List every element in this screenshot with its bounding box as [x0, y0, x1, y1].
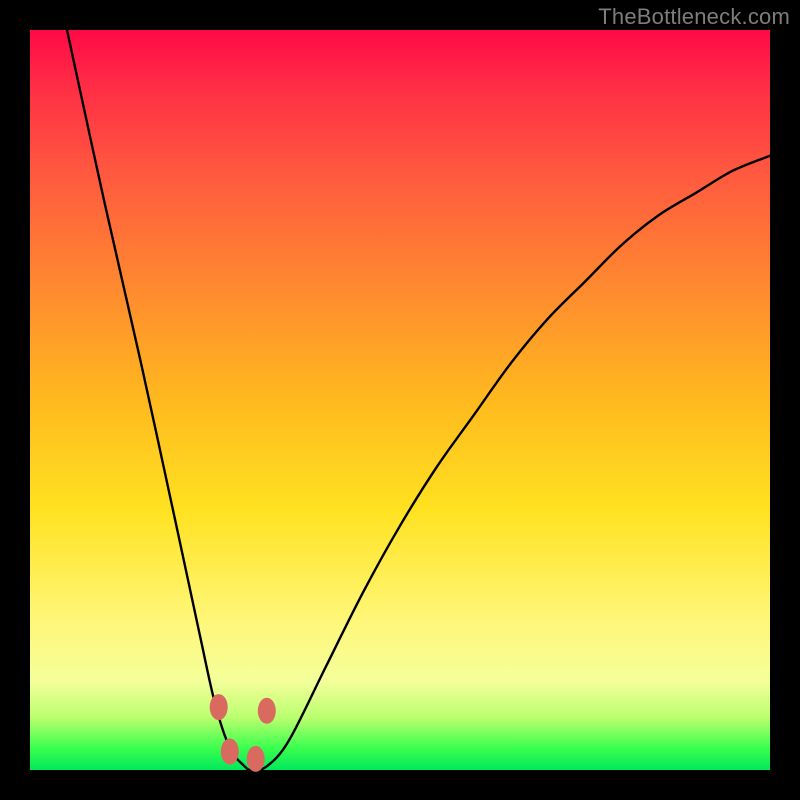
bottleneck-curve [67, 30, 770, 770]
curve-marker [258, 698, 276, 724]
curve-marker [210, 694, 228, 720]
chart-frame: TheBottleneck.com [0, 0, 800, 800]
curve-layer [30, 30, 770, 770]
curve-marker [221, 739, 239, 765]
curve-marker [247, 746, 265, 772]
curve-markers [210, 694, 276, 772]
plot-area [30, 30, 770, 770]
watermark-text: TheBottleneck.com [598, 4, 790, 30]
